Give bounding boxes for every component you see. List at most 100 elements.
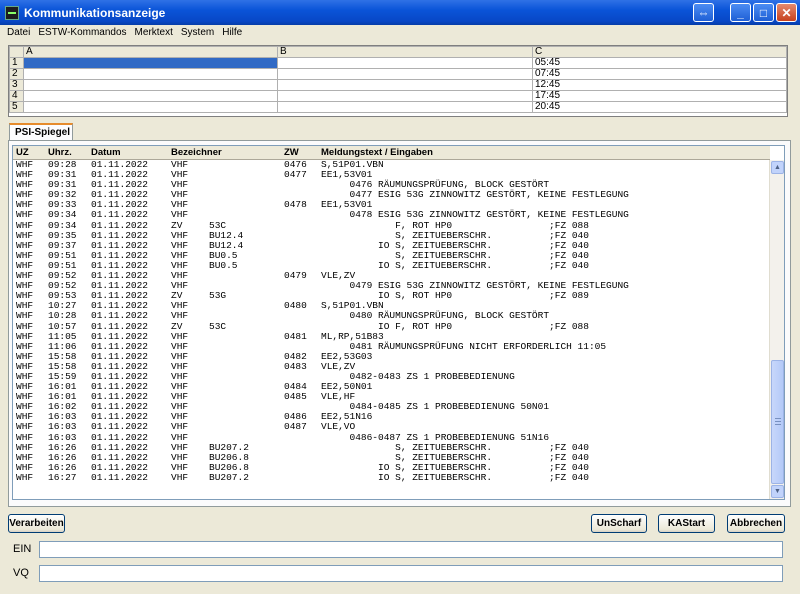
list-cell-t: 09:34 <box>48 209 77 221</box>
list-cell-zw: 0477 <box>284 169 307 181</box>
ein-label: EIN <box>13 543 32 555</box>
list-cell-uz: WHF <box>16 421 34 433</box>
column-header-zw[interactable]: ZW <box>284 147 299 158</box>
list-cell-uz: WHF <box>16 310 34 322</box>
vq-input[interactable] <box>40 566 782 581</box>
list-cell-m: IO S, ZEITUEBERSCHR. ;FZ 040 <box>321 471 589 483</box>
list-cell-id: BU207.2 <box>209 471 249 483</box>
verarbeiten-button[interactable]: Verarbeiten <box>8 514 65 533</box>
grid-row[interactable]: 3 12:45 <box>9 79 787 91</box>
grid-cell[interactable]: 20:45 <box>532 101 787 113</box>
tab-psi-spiegel[interactable]: PSI-Spiegel <box>9 123 73 141</box>
grid-cell[interactable]: 07:45 <box>532 68 787 80</box>
ein-input[interactable] <box>40 542 782 557</box>
grid-cell[interactable] <box>277 101 533 113</box>
list-cell-id: 53G <box>209 290 227 302</box>
title-bar: Kommunikationsanzeige ⇔ _ □ ✕ <box>0 0 800 25</box>
list-cell-d: 01.11.2022 <box>91 471 149 483</box>
kastart-button[interactable]: KAStart <box>658 514 715 533</box>
list-cell-zw: 0481 <box>284 330 307 342</box>
column-header-time[interactable]: Uhrz. <box>48 147 72 158</box>
grid-row-number: 5 <box>9 101 24 113</box>
scroll-down-icon[interactable]: ▼ <box>771 485 784 498</box>
list-cell-t: 10:28 <box>48 310 77 322</box>
menu-hilfe[interactable]: Hilfe <box>218 27 246 38</box>
grid-cell[interactable] <box>277 57 533 69</box>
grid-row[interactable]: 2 07:45 <box>9 68 787 80</box>
list-cell-b: VHF <box>171 421 189 433</box>
list-cell-m: 0478 ESIG 53G ZINNOWITZ GESTÖRT, KEINE F… <box>321 209 629 221</box>
list-cell-m: VLE,VO <box>321 421 356 433</box>
list-cell-id: 53C <box>209 320 227 332</box>
grid-row-number: 3 <box>9 79 24 91</box>
menu-system[interactable]: System <box>177 27 218 38</box>
list-cell-d: 01.11.2022 <box>91 209 149 221</box>
grid-cell[interactable]: 05:45 <box>532 57 787 69</box>
app-icon <box>5 5 19 20</box>
list-cell-b: ZV <box>171 320 183 332</box>
list-cell-uz: WHF <box>16 471 34 483</box>
grid-column-header[interactable]: B <box>277 46 533 58</box>
grid-corner <box>9 46 24 58</box>
grid-row[interactable]: 4 17:45 <box>9 90 787 102</box>
column-header-date[interactable]: Datum <box>91 147 121 158</box>
list-cell-t: 16:03 <box>48 421 77 433</box>
vq-field-box <box>39 565 783 582</box>
unscharf-button[interactable]: UnScharf <box>591 514 647 533</box>
list-cell-d: 01.11.2022 <box>91 421 149 433</box>
list-item[interactable]: WHF 16:27 01.11.2022 VHF BU207.2 IO S, ZEITU… <box>13 471 770 483</box>
column-header-message[interactable]: Meldungstext / Eingaben <box>321 147 433 158</box>
grid-cell[interactable] <box>23 68 278 80</box>
scroll-thumb[interactable] <box>771 360 784 484</box>
column-header-uz[interactable]: UZ <box>16 147 29 158</box>
list-cell-m: 0480 RÄUMUNGSPRÜFUNG, BLOCK GESTÖRT <box>321 310 550 322</box>
time-grid[interactable]: A B C 1 05:45 2 07:45 3 12:45 4 17:45 5 … <box>8 45 788 117</box>
grid-cell[interactable] <box>277 90 533 102</box>
grid-cell[interactable]: 12:45 <box>532 79 787 91</box>
grid-column-header[interactable]: C <box>532 46 787 58</box>
message-list[interactable]: UZ Uhrz. Datum Bezeichner ZW Meldungstex… <box>12 145 785 500</box>
ein-field-box <box>39 541 783 558</box>
scroll-up-icon[interactable]: ▲ <box>771 161 784 174</box>
minimize-button[interactable]: _ <box>730 3 751 22</box>
list-cell-zw: 0483 <box>284 360 307 372</box>
list-header: UZ Uhrz. Datum Bezeichner ZW Meldungstex… <box>13 146 770 160</box>
list-cell-zw: 0480 <box>284 300 307 312</box>
menu-bar: Datei ESTW-Kommandos Merktext System Hil… <box>0 25 800 39</box>
list-item[interactable]: WHF 10:28 01.11.2022 VHF 0480 RÄUMUNGSPRÜFU… <box>13 311 770 321</box>
list-cell-t: 10:57 <box>48 320 77 332</box>
grid-cell[interactable] <box>277 79 533 91</box>
list-cell-uz: WHF <box>16 209 34 221</box>
list-cell-m: IO F, ROT HP0 ;FZ 088 <box>321 320 589 332</box>
grid-cell[interactable] <box>23 90 278 102</box>
restore-arrows-icon[interactable]: ⇔ <box>693 3 714 22</box>
grid-column-header[interactable]: A <box>23 46 278 58</box>
column-header-name[interactable]: Bezeichner <box>171 147 222 158</box>
grid-row-number: 4 <box>9 90 24 102</box>
menu-estw-kommandos[interactable]: ESTW-Kommandos <box>34 27 130 38</box>
abbrechen-button[interactable]: Abbrechen <box>727 514 785 533</box>
grid-cell[interactable] <box>23 79 278 91</box>
list-cell-zw: 0479 <box>284 270 307 282</box>
vq-label: VQ <box>13 567 29 579</box>
grid-cell[interactable] <box>277 68 533 80</box>
grid-cell[interactable] <box>23 57 278 69</box>
grid-cell[interactable]: 17:45 <box>532 90 787 102</box>
list-cell-d: 01.11.2022 <box>91 310 149 322</box>
close-button[interactable]: ✕ <box>776 3 797 22</box>
list-cell-t: 16:27 <box>48 471 77 483</box>
maximize-button[interactable]: □ <box>753 3 774 22</box>
list-cell-zw: 0487 <box>284 421 307 433</box>
grid-cell[interactable] <box>23 101 278 113</box>
menu-datei[interactable]: Datei <box>3 27 34 38</box>
list-cell-d: 01.11.2022 <box>91 320 149 332</box>
list-rows: WHF 09:28 01.11.2022 VHF 0476 S,51P01.VBN WHF 0… <box>13 160 770 499</box>
vertical-scrollbar[interactable]: ▲ ▼ <box>769 160 784 499</box>
menu-merktext[interactable]: Merktext <box>131 27 177 38</box>
grid-row[interactable]: 5 20:45 <box>9 101 787 113</box>
list-cell-zw: 0478 <box>284 199 307 211</box>
window-title: Kommunikationsanzeige <box>24 5 166 20</box>
grid-row[interactable]: 1 05:45 <box>9 57 787 69</box>
list-cell-b: VHF <box>171 310 189 322</box>
list-cell-id: BU0.5 <box>209 259 238 271</box>
